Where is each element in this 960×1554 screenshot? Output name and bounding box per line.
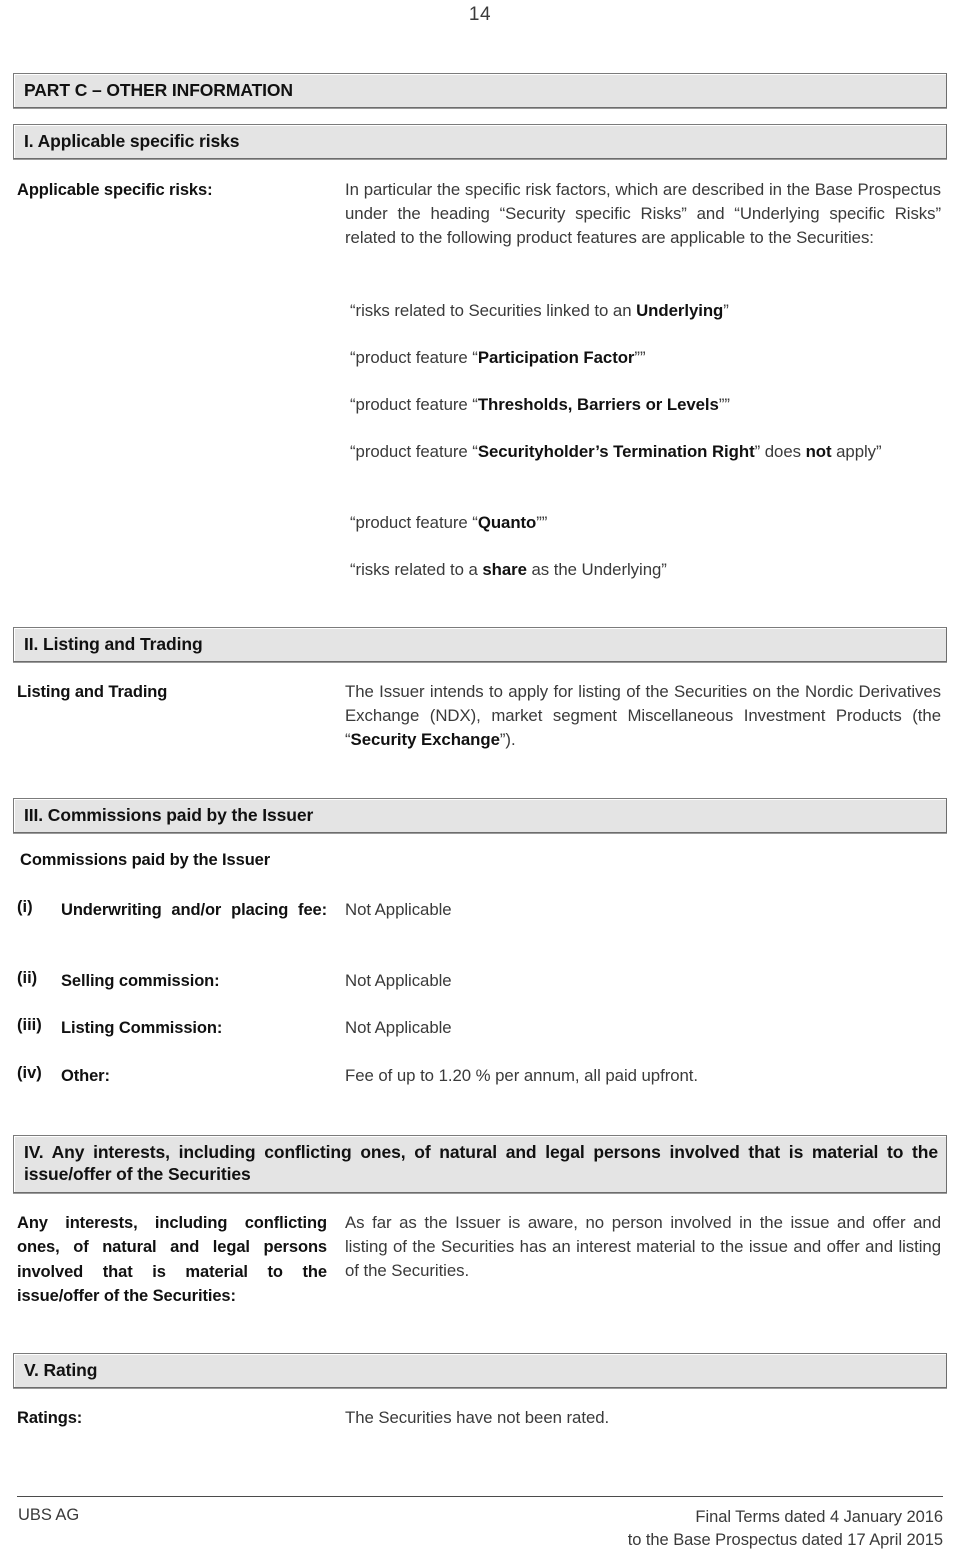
feature-prefix: “product feature “ [350,395,478,414]
section-header-label-risks: I. Applicable specific risks [24,131,240,151]
feature-bold: Securityholder’s Termination Right [477,442,755,461]
listing-body-suffix: ”). [499,730,516,750]
feature-suffix: ” [723,301,729,320]
label-ratings: Ratings: [17,1409,83,1427]
commissions-item-value: Not Applicable [345,971,452,990]
commissions-item-label: Listing Commission: [61,1019,223,1037]
body-applicable-specific-risks: In particular the specific risk factors,… [345,180,941,248]
feature-bold: Quanto [477,513,537,532]
body-interests: As far as the Issuer is aware, no person… [345,1213,941,1281]
commissions-item-number: (iii) [17,1016,42,1034]
section-header-bar-listing: II. Listing and Trading [13,627,947,663]
feature-prefix: “product feature “ [350,348,478,367]
feature-suffix: ” does [754,442,806,461]
commissions-title: Commissions paid by the Issuer [20,851,271,869]
footer-terms-line2: to the Base Prospectus dated 17 April 20… [627,1531,943,1550]
feature-suffix: ”” [536,513,548,532]
feature-suffix: ”” [634,348,646,367]
body-listing-and-trading: The Issuer intends to apply for listing … [345,680,941,752]
section-header-bar-interests: IV. Any interests, including conflicting… [13,1135,947,1193]
section-header-bar-risks: I. Applicable specific risks [13,124,947,160]
commissions-item-label: Other: [61,1067,110,1085]
footer-issuer: UBS AG [18,1506,80,1524]
feature-bold-not: not [805,442,832,461]
feature-prefix: “product feature “ [350,513,478,532]
feature-line-underlying: “risks related to Securities linked to a… [350,299,930,323]
label-interests: Any interests, including conflicting one… [17,1214,327,1305]
section-header-bar-rating: V. Rating [13,1353,947,1389]
section-header-label-rating: V. Rating [24,1360,98,1380]
section-header-bar-commissions: III. Commissions paid by the Issuer [13,798,947,834]
feature-bold: Participation Factor [477,348,635,367]
document-page: 14 PART C – OTHER INFORMATION I. Applica… [0,0,960,1554]
feature-prefix: “risks related to Securities linked to a… [350,301,637,320]
commissions-item-number: (ii) [17,969,38,987]
feature-line-share-underlying: “risks related to a share as the Underly… [350,558,930,582]
part-c-header-bar: PART C – OTHER INFORMATION [13,73,947,109]
commissions-item-value: Fee of up to 1.20 % per annum, all paid … [345,1066,699,1085]
footer-terms: Final Terms dated 4 January 2016 to the … [628,1506,943,1553]
feature-line-thresholds-barriers-levels: “product feature “Thresholds, Barriers o… [350,393,930,417]
section-header-label-interests: IV. Any interests, including conflicting… [24,1142,938,1185]
label-listing-and-trading: Listing and Trading [17,683,168,701]
listing-body-bold: Security Exchange [350,730,500,750]
feature-line-quanto: “product feature “Quanto”” [350,511,930,535]
feature-suffix: as the Underlying” [526,560,667,579]
commissions-item-value: Not Applicable [345,1018,452,1037]
feature-prefix: “risks related to a [350,560,483,579]
feature-line-securityholder-termination-right: “product feature “Securityholder’s Termi… [350,440,938,464]
commissions-item-number: (i) [17,898,33,916]
footer-terms-line1: Final Terms dated 4 January 2016 [695,1508,943,1526]
section-header-label-commissions: III. Commissions paid by the Issuer [24,805,314,825]
commissions-item-label: Selling commission: [61,972,220,990]
page-number: 14 [468,4,492,25]
feature-bold: share [482,560,527,579]
commissions-item-value: Not Applicable [345,900,452,919]
footer-divider [17,1496,943,1497]
commissions-item-number: (iv) [17,1064,42,1082]
commissions-item-label: Underwriting and/or placing fee: [61,901,327,919]
label-applicable-specific-risks: Applicable specific risks: [17,181,213,199]
body-ratings: The Securities have not been rated. [345,1408,610,1427]
feature-line-participation-factor: “product feature “Participation Factor”” [350,346,930,370]
feature-suffix-2: apply” [831,442,882,461]
feature-prefix: “product feature “ [350,442,478,461]
section-header-label-listing: II. Listing and Trading [24,634,203,654]
part-c-header-label: PART C – OTHER INFORMATION [24,80,293,100]
feature-bold: Thresholds, Barriers or Levels [477,395,719,414]
feature-suffix: ”” [718,395,730,414]
feature-bold: Underlying [636,301,724,320]
